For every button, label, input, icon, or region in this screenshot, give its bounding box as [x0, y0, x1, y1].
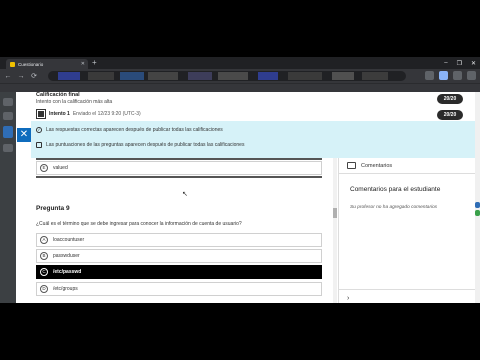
- final-grade-title: Calificación final: [36, 92, 80, 98]
- option-text: valued: [53, 165, 68, 171]
- profile-icon[interactable]: [453, 71, 462, 80]
- redacted-block: [148, 72, 178, 80]
- redacted-block: [218, 72, 248, 80]
- left-app-strip: [0, 92, 16, 303]
- tab-title: Cuestionario: [18, 61, 44, 67]
- grade-summary: Calificación final Intento con la califi…: [31, 92, 475, 122]
- browser-toolbar: ← → ⟳: [0, 69, 480, 83]
- comments-header-label: Comentarios: [361, 162, 393, 169]
- questions-panel: E valued ↖ Pregunta 9 ¿Cuál es el términ…: [31, 158, 336, 303]
- redacted-block: [188, 72, 212, 80]
- extension-icon[interactable]: [439, 71, 448, 80]
- option-text: passwduser: [53, 253, 80, 259]
- question-title: Pregunta 9: [36, 205, 70, 212]
- check-circle-icon: ✓: [36, 127, 42, 133]
- answer-option-b[interactable]: B passwduser: [36, 249, 322, 263]
- tab-close-icon[interactable]: ✕: [81, 61, 85, 67]
- app-icon[interactable]: [3, 98, 13, 106]
- divider: [339, 289, 476, 290]
- final-grade-subtitle: Intento con la calificación más alta: [36, 99, 113, 105]
- attempt-row[interactable]: Intento 1 Enviado el 12/23 9:20 (UTC-3): [36, 109, 141, 119]
- extension-icon[interactable]: [425, 71, 434, 80]
- browser-tab[interactable]: Cuestionario ✕: [6, 59, 88, 69]
- redacted-block: [58, 72, 80, 80]
- app-icon[interactable]: [3, 112, 13, 120]
- checkbox-icon: [36, 142, 42, 148]
- comment-icon: [347, 162, 356, 169]
- browser-tabbar: Cuestionario ✕ + – ❐ ✕: [0, 57, 480, 69]
- attempt-score-badge: 20/20: [437, 110, 463, 120]
- redacted-block: [332, 72, 354, 80]
- option-text: /etc/passwd: [53, 269, 82, 275]
- comments-panel: Comentarios Comentarios para el estudian…: [338, 158, 476, 303]
- info-text: Las respuestas correctas aparecen despué…: [46, 127, 223, 133]
- option-text: /etc/groups: [53, 286, 78, 292]
- maximize-button[interactable]: ❐: [457, 60, 462, 67]
- final-score-badge: 20/20: [437, 94, 463, 104]
- side-widget-icon[interactable]: [475, 202, 480, 208]
- chevron-right-icon[interactable]: ›: [347, 295, 349, 302]
- option-text: loaccountuser: [53, 237, 85, 243]
- comments-title: Comentarios para el estudiante: [350, 186, 441, 193]
- favicon-icon: [10, 61, 15, 67]
- attempt-date: Enviado el 12/23 9:20 (UTC-3): [72, 111, 141, 117]
- redacted-block: [120, 72, 144, 80]
- app-icon[interactable]: [3, 144, 13, 152]
- window-close-button[interactable]: ✕: [471, 60, 476, 67]
- questions-scrollbar[interactable]: [333, 158, 337, 303]
- option-letter: D: [40, 285, 48, 293]
- bookmarks-bar: [0, 83, 480, 92]
- attempt-label: Intento 1: [49, 111, 70, 117]
- minimize-button[interactable]: –: [444, 60, 447, 66]
- app-icon[interactable]: [3, 126, 13, 138]
- answer-option[interactable]: E valued: [36, 161, 322, 175]
- side-widget-icon[interactable]: [475, 210, 480, 216]
- divider: [36, 176, 322, 178]
- comments-header[interactable]: Comentarios: [339, 158, 476, 174]
- answer-option-c-selected[interactable]: C /etc/passwd: [36, 265, 322, 279]
- attempt-grid-icon: [36, 109, 46, 119]
- comments-empty-text: Su profesor no ha agregado comentarios: [350, 205, 438, 210]
- menu-icon[interactable]: [467, 71, 476, 80]
- question-text: ¿Cuál es el término que se debe ingresar…: [36, 221, 242, 227]
- page: ✕ Calificación final Intento con la cali…: [0, 92, 480, 303]
- toolbar-extensions: [425, 71, 476, 80]
- info-banner: ✓ Las respuestas correctas aparecen desp…: [31, 121, 475, 158]
- info-line-answers: ✓ Las respuestas correctas aparecen desp…: [36, 127, 223, 133]
- answer-option-d[interactable]: D /etc/groups: [36, 282, 322, 296]
- reload-button[interactable]: ⟳: [29, 72, 39, 80]
- redacted-block: [88, 72, 114, 80]
- window-controls: – ❐ ✕: [444, 57, 476, 69]
- info-line-scores: Las puntuaciones de las preguntas aparec…: [36, 142, 244, 148]
- answer-option-a[interactable]: A loaccountuser: [36, 233, 322, 247]
- new-tab-button[interactable]: +: [92, 58, 97, 68]
- option-letter: C: [40, 268, 48, 276]
- option-letter: A: [40, 236, 48, 244]
- mouse-cursor-icon: ↖: [182, 191, 188, 198]
- address-bar[interactable]: [48, 71, 406, 81]
- info-text: Las puntuaciones de las preguntas aparec…: [46, 142, 245, 148]
- close-panel-button[interactable]: ✕: [17, 128, 31, 142]
- redacted-block: [258, 72, 278, 80]
- back-button[interactable]: ←: [3, 73, 13, 80]
- redacted-block: [288, 72, 322, 80]
- redacted-block: [362, 72, 388, 80]
- screen: Cuestionario ✕ + – ❐ ✕ ← → ⟳ ✕ Calificac…: [0, 57, 480, 303]
- scrollbar-thumb[interactable]: [333, 208, 337, 218]
- option-letter: B: [40, 252, 48, 260]
- option-letter: E: [40, 164, 48, 172]
- forward-button[interactable]: →: [16, 73, 26, 80]
- divider: [36, 158, 322, 160]
- right-side-strip: [475, 92, 480, 303]
